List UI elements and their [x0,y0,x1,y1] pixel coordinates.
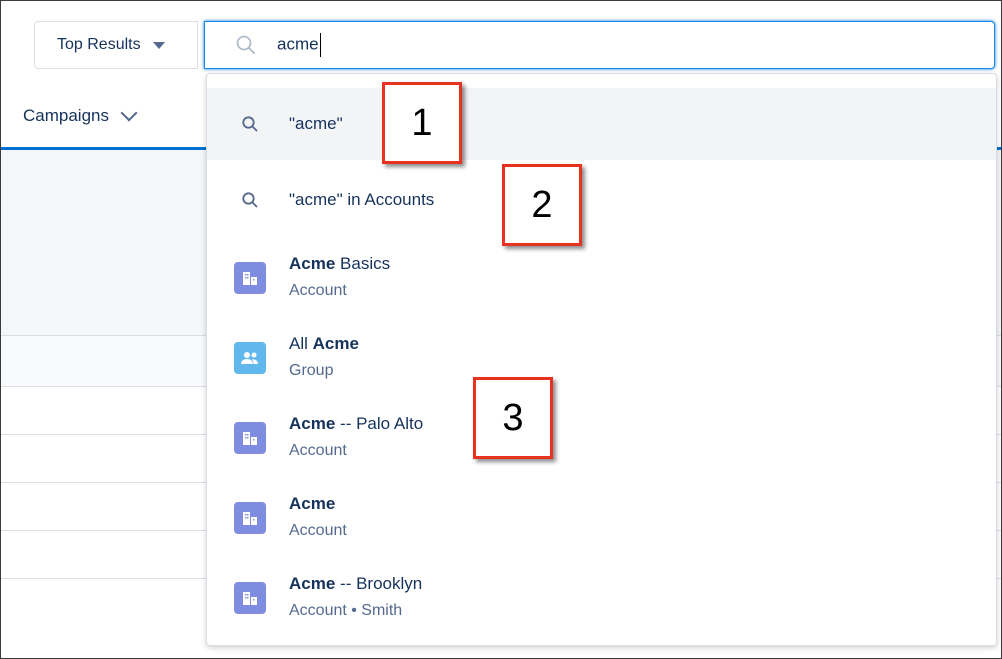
record-suggestion-acme-basics[interactable]: Acme Basics Account [207,240,996,320]
search-query-text: acme [277,33,321,57]
search-suggestion-query-in-accounts[interactable]: "acme" in Accounts [207,164,996,236]
account-icon [234,422,266,454]
record-title: Acme Basics [289,254,391,273]
record-suggestion-acme[interactable]: Acme Account [207,480,996,560]
record-type: Account • Smith [289,602,403,619]
record-type: Account [289,522,347,539]
record-suggestion-all-acme[interactable]: All Acme Group [207,320,996,400]
search-icon [242,192,258,208]
search-icon [242,116,258,132]
callout-number: 1 [382,82,462,164]
account-icon [234,582,266,614]
chevron-down-icon [120,104,138,122]
search-suggestions-dropdown: "acme" "acme" in Accounts Acme Basics Ac… [206,73,997,646]
record-type: Account [289,442,347,459]
global-search-input[interactable]: acme [204,21,995,69]
record-suggestion-acme-brooklyn[interactable]: Acme -- Brooklyn Account • Smith [207,560,996,640]
suggestion-label: "acme" in Accounts [289,190,435,209]
record-title: Acme [289,494,336,513]
record-type: Group [289,362,334,379]
search-suggestion-query[interactable]: "acme" [207,88,996,160]
record-title: All Acme [289,334,359,353]
record-type: Account [289,282,347,299]
nav-item-campaigns[interactable]: Campaigns [23,104,138,126]
callout-number: 3 [473,377,553,459]
search-icon [236,35,255,54]
search-scope-label: Top Results [57,36,141,53]
suggestion-label: "acme" [289,114,343,133]
caret-down-icon [152,41,165,49]
record-suggestion-acme-palo-alto[interactable]: Acme -- Palo Alto Account [207,400,996,480]
record-title: Acme -- Brooklyn [289,574,423,593]
account-icon [234,502,266,534]
callout-number: 2 [502,164,582,246]
record-title: Acme -- Palo Alto [289,414,424,433]
nav-item-label: Campaigns [23,106,109,125]
search-scope-dropdown[interactable]: Top Results [34,21,198,69]
group-icon [234,342,266,374]
screenshot-frame: Top Results acme Campaigns "acme" "acme"… [0,0,1002,659]
account-icon [234,262,266,294]
